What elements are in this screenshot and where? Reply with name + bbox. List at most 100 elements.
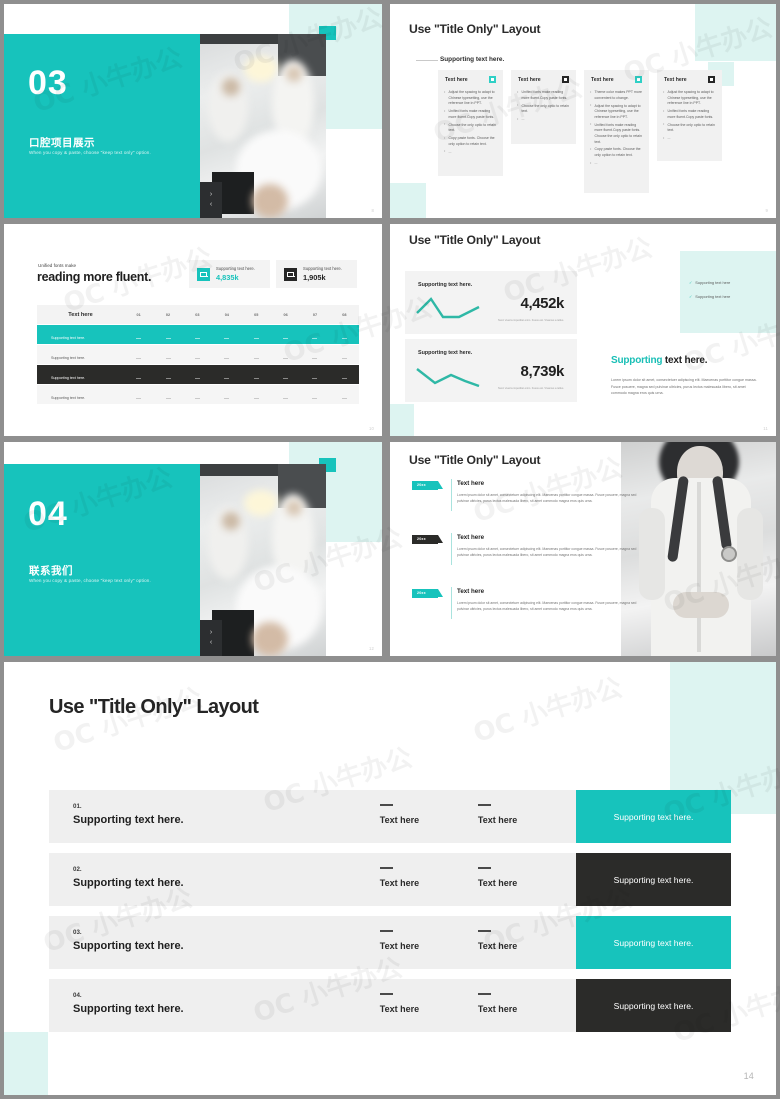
prev-arrow-icon[interactable]: ‹ [210,200,212,211]
table-row[interactable]: 02. Supporting text here. Text here Text… [49,853,732,906]
slide-timeline[interactable]: Use "Title Only" Layout 20xx Text here L… [390,442,776,656]
card-bullet: ... [663,136,717,142]
section-number: 04 [28,495,68,533]
info-card[interactable]: Text here Adjust the spacing to adapt to… [657,70,722,161]
row-dash-marker [379,804,393,806]
kpi-label: Supporting text here. [418,350,473,356]
row-main-text: Supporting text here. [73,877,184,889]
table-cell-dash [312,377,318,379]
table-row-label: Supporting text here. [51,355,86,360]
next-arrow-icon[interactable]: › [210,628,212,639]
section-photo: › ‹ [200,34,326,218]
row-cta-button[interactable]: Supporting text here. [576,979,732,1032]
table-cell-dash [194,377,200,379]
check-icon: ✓ [689,280,693,285]
row-dash-marker [477,993,491,995]
card-bullet: Theme color makes PPT more convenient to… [590,90,644,101]
decor-mint-block-right [680,251,776,333]
row-cta-button[interactable]: Supporting text here. [576,853,732,906]
card-heading: Text here [518,77,541,83]
row-col3: Text here [477,853,576,906]
table-row[interactable]: 01. Supporting text here. Text here Text… [49,790,732,843]
decor-mint-block-tr [695,4,776,61]
kpi-label: Supporting text here. [418,282,473,288]
table-row[interactable]: Supporting text here. [37,365,359,384]
stat-value: 1,905k [303,272,326,282]
table-cell-dash [194,397,200,399]
next-arrow-icon[interactable]: › [210,190,212,201]
stat-card[interactable]: Supporting text here. 4,835k [189,260,270,288]
slide-title: Use "Title Only" Layout [409,233,541,247]
page-number: 12 [368,646,374,651]
card-bullet: Adjust the spacing to adapt to Chinese t… [663,90,717,107]
table-cell-dash [136,377,142,379]
photo-nav-arrows[interactable]: › ‹ [200,620,222,656]
table-col-header: 03 [195,312,200,317]
table-row[interactable]: Supporting text here. [37,385,359,404]
table-cell-dash [283,397,289,399]
table-row[interactable]: 03. Supporting text here. Text here Text… [49,916,732,969]
row-col2-text: Text here [379,815,420,825]
card-bullet: ... [590,161,644,167]
lead-accent: Supporting [611,355,663,366]
timeline-body: Lorem ipsum dolor sit amet, consectetuer… [457,601,637,612]
card-heading: Text here [445,77,468,83]
table-cell-dash [341,377,347,379]
card-bullet: Adjust the spacing to adapt to Chinese t… [590,103,644,121]
stat-label: Supporting text here. [216,266,255,272]
table-row[interactable]: 04. Supporting text here. Text here Text… [49,979,732,1032]
table-col-header: 04 [224,312,229,317]
table-row-label: Supporting text here. [51,335,86,340]
row-col3: Text here [477,979,576,1032]
row-col2: Text here [379,853,478,906]
kpi-card[interactable]: Supporting text here. 8,739k Nunc viverr… [405,339,577,402]
check-list-item: ✓ Supporting text here [689,294,731,299]
page-number: 13 [762,646,768,651]
mail-teal-icon [197,267,210,281]
slide-section-03[interactable]: › ‹ 03 口腔项目展示 When you copy & paste, cho… [4,4,382,218]
timeline-divider [451,479,452,511]
info-card[interactable]: Text here Adjust the spacing to adapt to… [438,70,503,176]
table-header-row: Text here 01 02 03 04 05 06 07 08 [37,305,359,324]
row-dash-marker [379,930,393,932]
slide-title-only-cards[interactable]: Use "Title Only" Layout Supporting text … [390,4,776,218]
info-card[interactable]: Text here Unified fonts make reading mor… [511,70,576,144]
row-number: 03. [73,929,82,936]
card-bullet-list: Adjust the spacing to adapt to Chinese t… [663,90,717,144]
timeline-heading: Text here [457,480,485,487]
kpi-sparkline-chart [416,368,480,387]
slide-big-list[interactable]: Use "Title Only" Layout 01. Supporting t… [4,662,776,1095]
row-cta-button[interactable]: Supporting text here. [576,916,732,969]
photo-nav-arrows[interactable]: › ‹ [200,182,222,218]
supporting-text: Supporting text here. [440,56,505,63]
nurse-photo [621,442,776,656]
row-cta-button[interactable]: Supporting text here. [576,790,732,843]
row-primary-cell: 04. Supporting text here. [49,979,380,1032]
info-card[interactable]: Text here Theme color makes PPT more con… [584,70,649,193]
row-dash-marker [379,867,393,869]
card-bullet: Copy paste fonts. Choose the only option… [590,147,644,158]
table-cell-dash [165,357,171,359]
page-number: 11 [763,426,768,431]
kpi-value: 8,739k [520,363,565,380]
table-row[interactable]: Supporting text here. [37,325,359,344]
table-row[interactable]: Supporting text here. [37,345,359,364]
kpi-value: 4,452k [520,295,565,312]
kpi-card[interactable]: Supporting text here. 4,452k Nunc viverr… [405,271,577,334]
timeline-year-badge: 20xx [412,535,443,544]
kpi-footnote: Nunc viverra imperdiet enim. Fusce est. … [498,387,564,390]
card-bullet: ... [517,117,571,123]
row-col2: Text here [379,916,478,969]
prev-arrow-icon[interactable]: ‹ [210,638,212,649]
slide-section-04[interactable]: › ‹ 04 联系我们 When you copy & paste, choos… [4,442,382,656]
slide-table[interactable]: Unified fonts make reading more fluent. … [4,224,382,436]
row-col3-text: Text here [477,878,518,888]
stat-card[interactable]: Supporting text here. 1,905k [276,260,357,288]
timeline-heading: Text here [457,588,485,595]
slide-kpi[interactable]: Use "Title Only" Layout Supporting text … [390,224,776,436]
card-bullet-list: Unified fonts make reading more fluent.C… [517,90,571,125]
row-col2: Text here [379,790,478,843]
timeline-divider [451,533,452,565]
section-subtitle: When you copy & paste, choose "keep text… [29,150,151,155]
table-cell-dash [136,357,142,359]
